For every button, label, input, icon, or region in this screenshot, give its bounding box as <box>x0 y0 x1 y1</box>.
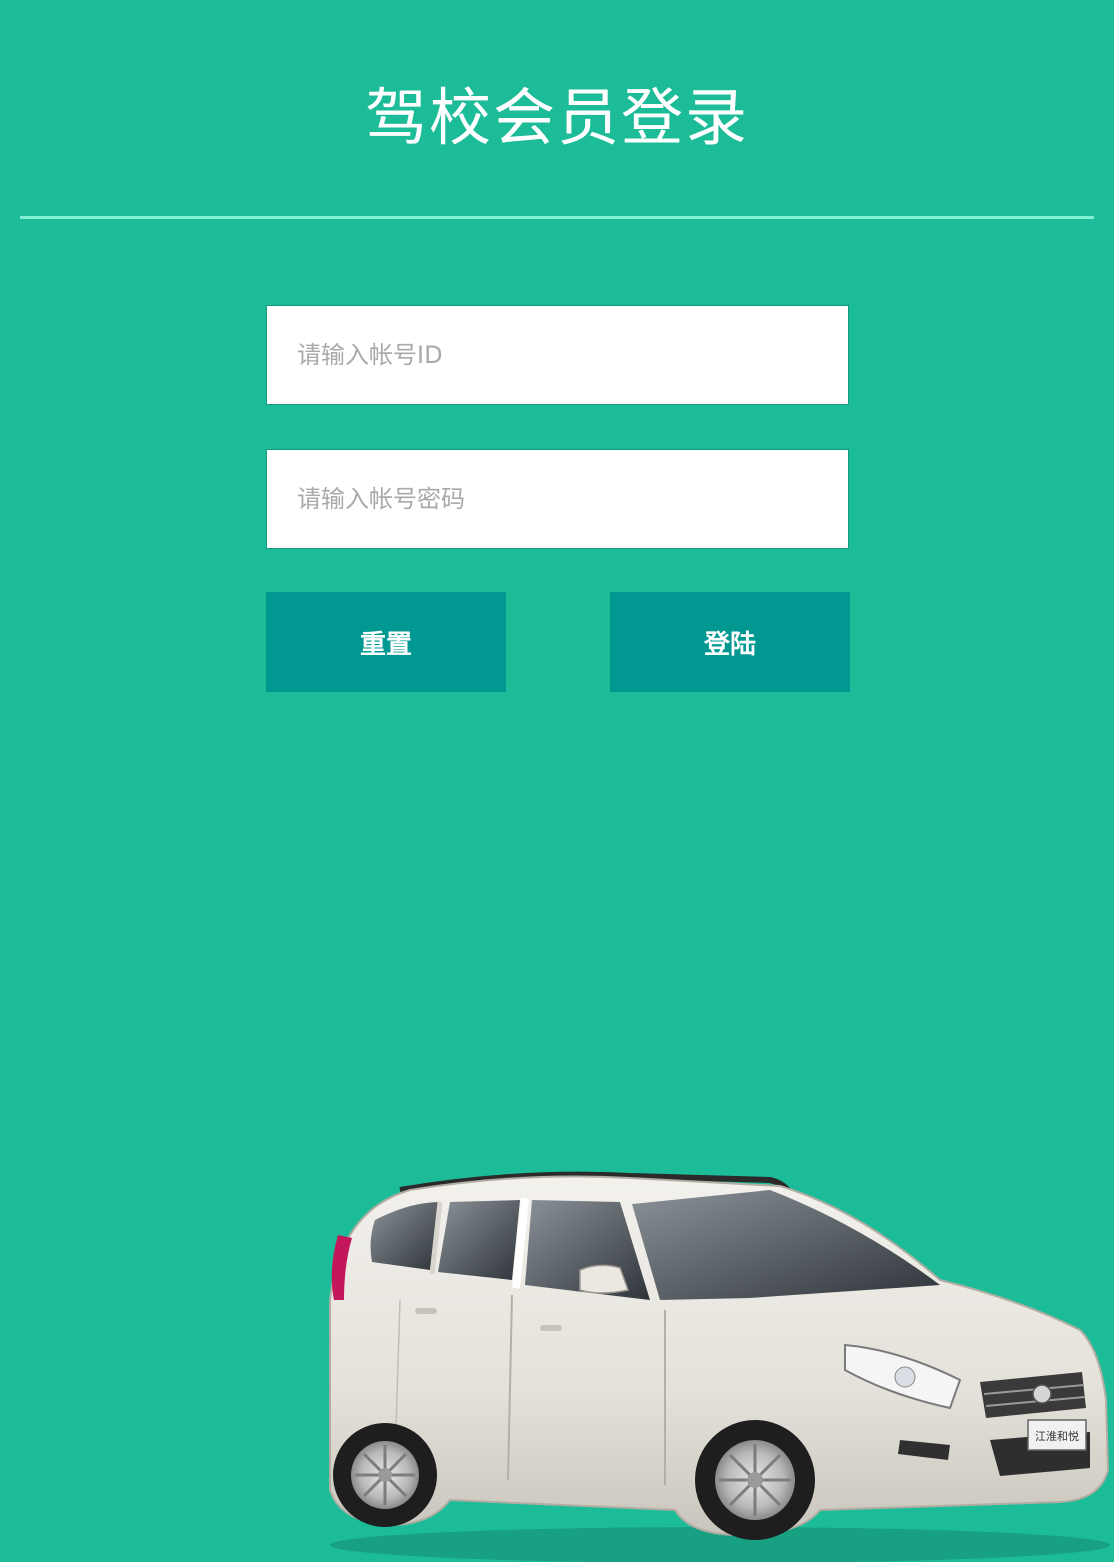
login-page: 驾校会员登录 重置 登陆 <box>0 0 1114 1562</box>
password-input[interactable] <box>266 449 849 549</box>
reset-button[interactable]: 重置 <box>266 592 506 692</box>
car-badge: 江淮和悦 <box>1035 1429 1079 1443</box>
header-divider <box>20 216 1094 219</box>
login-button[interactable]: 登陆 <box>610 592 850 692</box>
page-title: 驾校会员登录 <box>364 81 749 154</box>
car-illustration: 江淮和悦 <box>329 1171 1110 1562</box>
account-id-input[interactable] <box>266 305 849 405</box>
